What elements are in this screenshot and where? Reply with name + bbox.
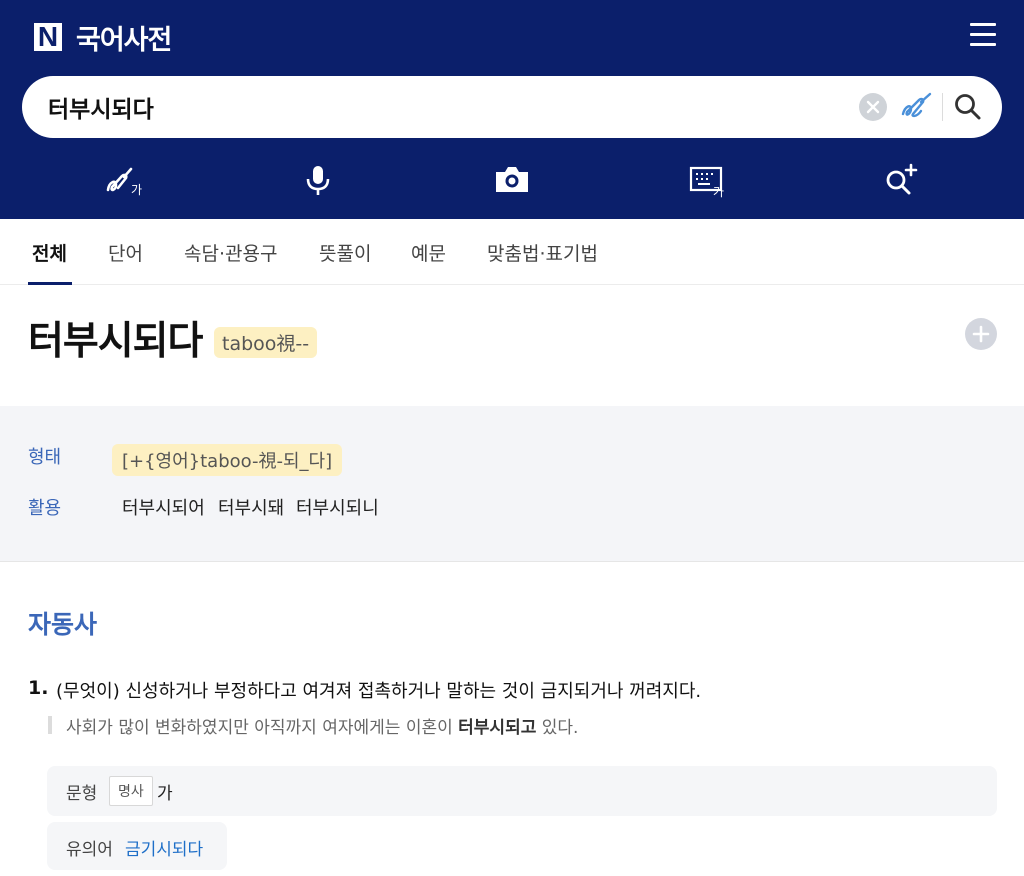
example-text: 사회가 많이 변화하였지만 아직까지 여자에게는 이혼이 <box>66 718 459 738</box>
search-bar <box>22 76 1002 138</box>
keyboard-ga-icon: 가 <box>689 166 724 199</box>
detail-search-button[interactable] <box>878 160 922 200</box>
hamburger-icon-line <box>970 33 996 36</box>
example-sentence: 사회가 많이 변화하였지만 아직까지 여자에게는 이혼이 터부시되고 있다. <box>66 713 578 738</box>
keyboard-input-button[interactable]: 가 <box>686 160 730 200</box>
conjugation-item: 터부시되니 <box>296 498 379 519</box>
handwriting-ga-icon: 가 <box>106 167 142 197</box>
word-info-box: 형태 [+{영어}taboo-視-되_다] 활용 터부시되어 터부시돼 터부시되… <box>0 406 1024 562</box>
synonym-link[interactable]: 금기시되다 <box>125 835 203 860</box>
app-title: 국어사전 <box>76 24 172 56</box>
part-of-speech: 자동사 <box>28 610 98 639</box>
entry-origin: taboo視-- <box>214 327 318 358</box>
example-text-end: 있다. <box>536 718 579 738</box>
clear-button[interactable] <box>859 93 887 121</box>
naver-logo-icon: N <box>34 23 62 51</box>
hamburger-icon <box>970 23 996 26</box>
search-icon <box>955 94 981 120</box>
conjugation-item: 터부시돼 <box>218 498 285 519</box>
tab-definition[interactable]: 뜻풀이 <box>319 239 371 266</box>
app-header: N 국어사전 터부시되다 가 가 <box>0 0 1024 219</box>
tab-spelling[interactable]: 맞춤법·표기법 <box>487 239 598 266</box>
pattern-value: 가 <box>157 784 173 804</box>
handwriting-input-button[interactable] <box>899 90 933 124</box>
logo[interactable]: N 국어사전 <box>34 20 172 56</box>
menu-button[interactable] <box>966 20 1000 50</box>
plus-icon <box>972 325 990 343</box>
synonym-label: 유의어 <box>66 840 113 860</box>
voice-search-button[interactable] <box>296 160 340 200</box>
camera-icon <box>496 167 528 192</box>
search-button[interactable] <box>952 91 984 123</box>
search-divider <box>942 93 943 121</box>
tab-word[interactable]: 단어 <box>108 239 143 266</box>
sentence-pattern-box: 문형 명사 가 <box>47 766 997 816</box>
tab-all[interactable]: 전체 <box>32 239 67 266</box>
hamburger-icon-line <box>970 43 996 46</box>
definition-text: (무엇이) 신성하거나 부정하다고 여겨져 접촉하거나 말하는 것이 금지되거나… <box>56 681 702 702</box>
microphone-icon <box>306 166 330 195</box>
example-marker <box>48 716 52 734</box>
camera-search-button[interactable] <box>490 160 534 200</box>
example-highlight: 터부시되고 <box>458 718 537 738</box>
form-value: [+{영어}taboo-視-되_다] <box>112 444 343 476</box>
definition-number: 1. <box>28 677 49 699</box>
svg-text:가: 가 <box>131 183 142 197</box>
pen-icon <box>901 92 932 118</box>
entry-word: 터부시되다 <box>28 319 203 364</box>
svg-text:가: 가 <box>713 185 724 199</box>
form-label: 형태 <box>28 447 62 468</box>
close-icon <box>866 100 880 114</box>
conjugation-label: 활용 <box>28 498 62 519</box>
handwriting-tool-button[interactable]: 가 <box>104 160 148 200</box>
tab-example[interactable]: 예문 <box>411 239 446 266</box>
pattern-label: 문형 <box>66 784 98 804</box>
search-plus-icon <box>886 163 918 195</box>
conjugation-item: 터부시되어 <box>122 498 205 519</box>
search-input[interactable] <box>48 86 748 128</box>
tab-bar: 전체 단어 속담·관용구 뜻풀이 예문 맞춤법·표기법 <box>0 219 1024 285</box>
pattern-tag: 명사 <box>109 776 153 806</box>
synonym-box: 유의어 금기시되다 <box>47 822 227 870</box>
tab-proverb[interactable]: 속담·관용구 <box>184 239 277 266</box>
add-wordbook-button[interactable] <box>965 318 997 350</box>
active-tab-indicator <box>28 282 72 285</box>
